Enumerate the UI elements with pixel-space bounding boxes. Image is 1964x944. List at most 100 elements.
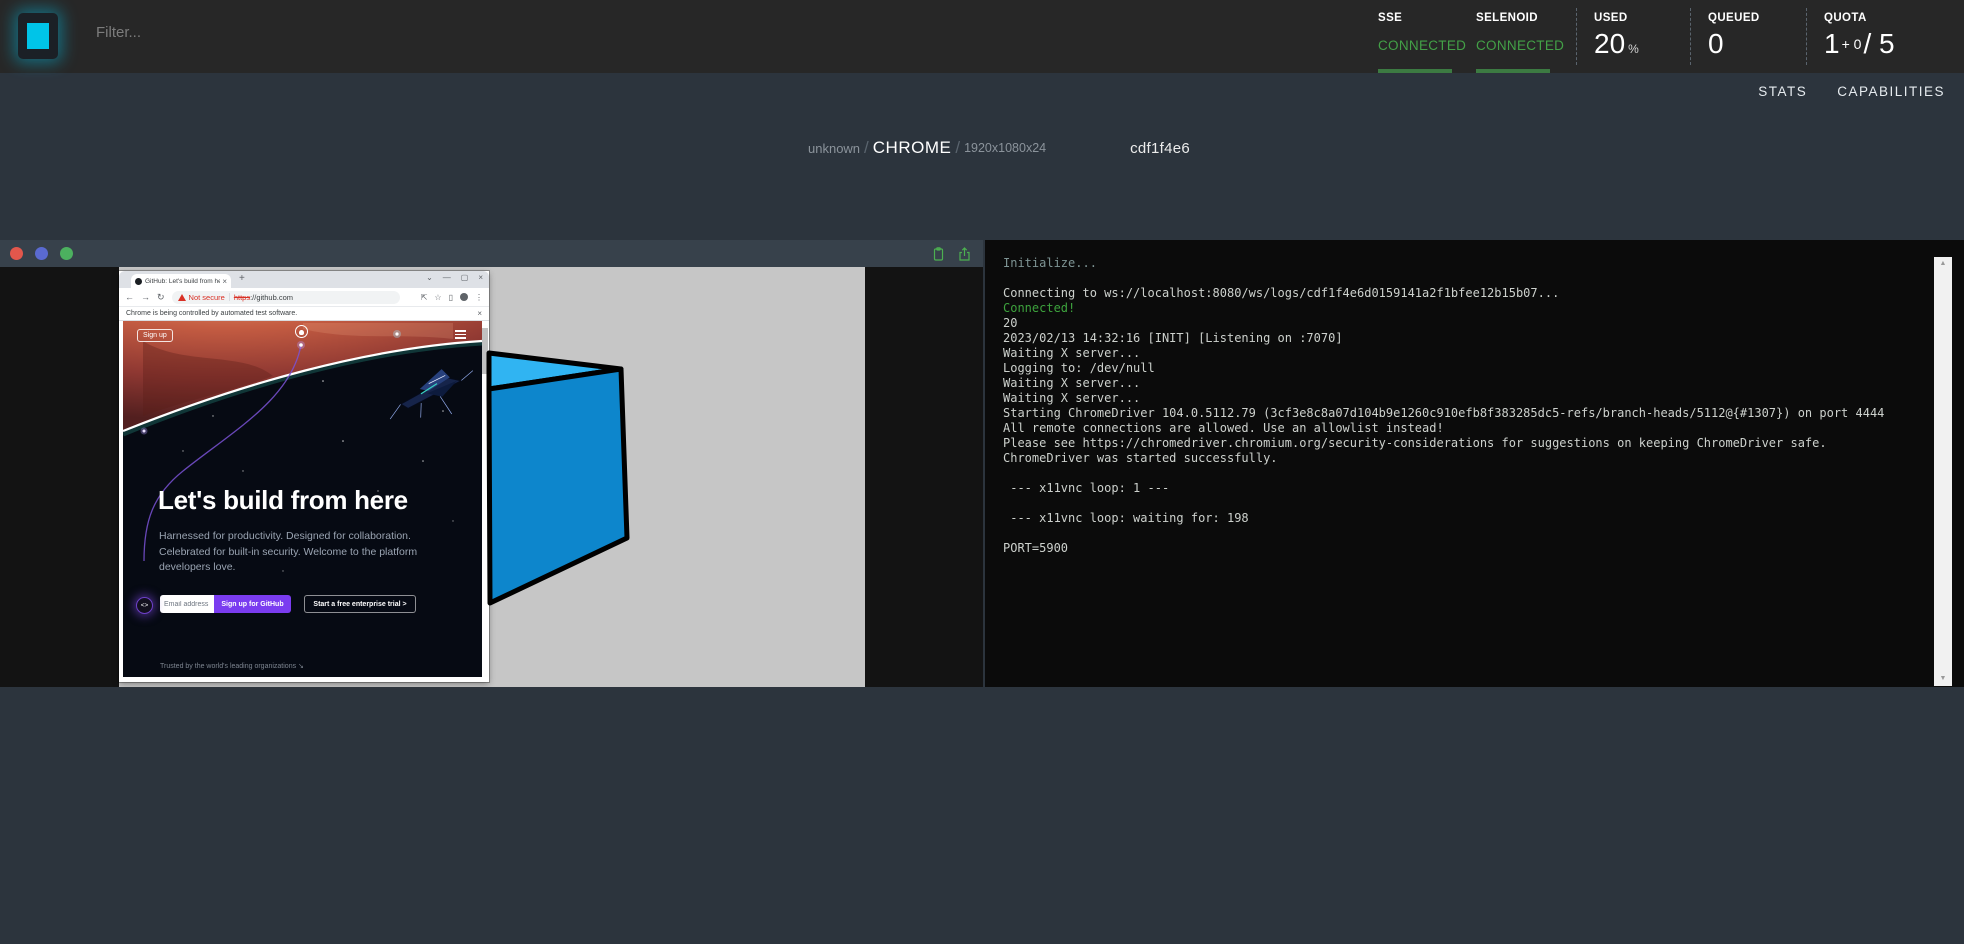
- quota-value: 1+ 0/ 5: [1824, 28, 1928, 60]
- log-line: --- x11vnc loop: waiting for: 198: [1003, 511, 1916, 526]
- side-panel-icon[interactable]: ▯: [449, 293, 453, 302]
- vnc-remote-screen[interactable]: GitHub: Let's build from he... × + ⌄ — ▢…: [119, 267, 865, 687]
- log-line: Waiting X server...: [1003, 346, 1916, 361]
- filter-field: [96, 24, 376, 42]
- gh-signup-top-button[interactable]: Sign up: [137, 329, 173, 342]
- log-line: All remote connections are allowed. Use …: [1003, 421, 1916, 436]
- share-upload-icon[interactable]: [958, 247, 971, 261]
- separator-slash: /: [955, 138, 960, 158]
- sse-connected-underline: [1378, 69, 1452, 73]
- browser-tab[interactable]: GitHub: Let's build from he... ×: [131, 274, 231, 288]
- log-line: Please see https://chromedriver.chromium…: [1003, 436, 1916, 451]
- queued-value: 0: [1708, 28, 1788, 60]
- session-user: unknown: [808, 141, 860, 156]
- code-bracket-icon: <>: [136, 597, 153, 614]
- back-icon[interactable]: ←: [125, 292, 134, 302]
- window-menu-icon[interactable]: ⌄: [426, 273, 433, 282]
- log-line: 2023/02/13 14:32:16 [INIT] [Listening on…: [1003, 331, 1916, 346]
- used-suffix: %: [1628, 42, 1639, 56]
- minimize-window-dot[interactable]: [35, 247, 48, 260]
- window-minimize-icon[interactable]: —: [443, 273, 451, 282]
- remote-scrollbar-thumb[interactable]: [482, 328, 488, 374]
- vnc-panel: GitHub: Let's build from he... × + ⌄ — ▢…: [0, 240, 983, 687]
- selenoid-status-value: CONNECTED: [1476, 38, 1558, 53]
- address-bar[interactable]: Not secure https ://github.com: [172, 291, 400, 304]
- chrome-tab-strip: GitHub: Let's build from he... × + ⌄ — ▢…: [119, 271, 489, 288]
- session-log-panel: Initialize... Connecting to ws://localho…: [985, 240, 1964, 687]
- log-line: [1003, 496, 1916, 511]
- url-divider: [229, 293, 230, 301]
- selenoid-ui-logo[interactable]: [18, 13, 58, 59]
- sse-status-block: SSE CONNECTED: [1378, 0, 1468, 73]
- blue-cube-graphic: [474, 345, 639, 613]
- infobar-text: Chrome is being controlled by automated …: [126, 310, 297, 317]
- forward-icon[interactable]: →: [141, 292, 150, 302]
- chrome-menu-icon[interactable]: ⋮: [475, 293, 483, 302]
- gh-hero-heading: Let's build from here: [158, 485, 408, 516]
- top-bar: SSE CONNECTED SELENOID CONNECTED USED 20…: [0, 0, 1964, 73]
- log-line: Connected!: [1003, 301, 1916, 316]
- window-close-icon[interactable]: ×: [478, 273, 483, 282]
- used-block: USED 20%: [1576, 0, 1672, 73]
- tab-close-icon[interactable]: ×: [222, 277, 227, 286]
- window-maximize-icon[interactable]: ▢: [461, 273, 469, 282]
- not-secure-text: Not secure: [189, 293, 225, 302]
- gh-trusted-text: Trusted by the world's leading organizat…: [160, 662, 304, 670]
- log-line: Logging to: /dev/null: [1003, 361, 1916, 376]
- session-resolution: 1920x1080x24: [964, 141, 1046, 155]
- vnc-viewport: GitHub: Let's build from he... × + ⌄ — ▢…: [0, 267, 983, 687]
- close-window-dot[interactable]: [10, 247, 23, 260]
- github-page[interactable]: Sign up Let's build from here Harnessed …: [123, 321, 482, 677]
- log-line: PORT=5900: [1003, 541, 1916, 556]
- clipboard-icon[interactable]: [932, 247, 945, 261]
- gh-email-input[interactable]: [160, 595, 214, 613]
- gh-cta-row: Sign up for GitHub Start a free enterpri…: [160, 595, 416, 613]
- remote-chrome-window[interactable]: GitHub: Let's build from he... × + ⌄ — ▢…: [119, 271, 489, 682]
- url-host: ://github.com: [250, 293, 293, 302]
- quota-block: QUOTA 1+ 0/ 5: [1806, 0, 1928, 73]
- share-icon[interactable]: ⇱: [421, 293, 428, 302]
- profile-avatar-icon[interactable]: [460, 293, 468, 301]
- not-secure-warning-icon: [178, 294, 186, 301]
- status-cluster: SSE CONNECTED SELENOID CONNECTED USED 20…: [1378, 0, 1928, 73]
- log-lines: Initialize... Connecting to ws://localho…: [1003, 256, 1916, 556]
- hamburger-menu-icon[interactable]: [455, 330, 466, 341]
- session-row[interactable]: unknown / CHROME / 1920x1080x24 cdf1f4e6: [808, 133, 1190, 163]
- tab-capabilities[interactable]: CAPABILITIES: [1837, 84, 1945, 99]
- session-id-link[interactable]: cdf1f4e6: [1130, 140, 1190, 157]
- log-scrollbar[interactable]: ▲ ▼: [1934, 257, 1952, 686]
- log-line: Initialize...: [1003, 256, 1916, 271]
- queued-label: QUEUED: [1708, 12, 1788, 24]
- sse-label: SSE: [1378, 12, 1468, 24]
- log-line: [1003, 526, 1916, 541]
- log-line: [1003, 271, 1916, 286]
- selenoid-status-block: SELENOID CONNECTED: [1476, 0, 1558, 73]
- remote-page-scrollbar[interactable]: [482, 325, 488, 677]
- scroll-down-arrow-icon[interactable]: ▼: [1934, 674, 1952, 684]
- reload-icon[interactable]: ↻: [157, 292, 165, 303]
- github-favicon-icon: [135, 278, 142, 285]
- github-logo-icon[interactable]: [295, 325, 308, 338]
- bookmark-star-icon[interactable]: ☆: [434, 293, 441, 302]
- gh-signup-button[interactable]: Sign up for GitHub: [214, 595, 291, 613]
- fullscreen-window-dot[interactable]: [60, 247, 73, 260]
- infobar-close-icon[interactable]: ×: [477, 309, 482, 318]
- log-line: [1003, 466, 1916, 481]
- log-line: ChromeDriver was started successfully.: [1003, 451, 1916, 466]
- selenoid-ui-root: { "colors": { "accent_green": "#43a047",…: [0, 0, 1964, 944]
- selenoid-label: SELENOID: [1476, 12, 1558, 24]
- gh-enterprise-trial-button[interactable]: Start a free enterprise trial >: [304, 595, 416, 613]
- used-label: USED: [1594, 12, 1672, 24]
- chrome-toolbar: ← → ↻ Not secure https ://github.com ⇱ ☆…: [119, 288, 489, 307]
- tab-stats[interactable]: STATS: [1758, 84, 1807, 99]
- quota-label: QUOTA: [1824, 12, 1928, 24]
- queued-block: QUEUED 0: [1690, 0, 1788, 73]
- scroll-up-arrow-icon[interactable]: ▲: [1934, 259, 1952, 269]
- filter-input[interactable]: [96, 24, 376, 41]
- session-browser: CHROME: [873, 138, 952, 158]
- new-tab-button[interactable]: +: [239, 273, 245, 284]
- used-value: 20%: [1594, 28, 1672, 60]
- nav-tabs: STATS CAPABILITIES: [1758, 73, 1945, 109]
- log-line: Connecting to ws://localhost:8080/ws/log…: [1003, 286, 1916, 301]
- automation-infobar: Chrome is being controlled by automated …: [119, 307, 489, 321]
